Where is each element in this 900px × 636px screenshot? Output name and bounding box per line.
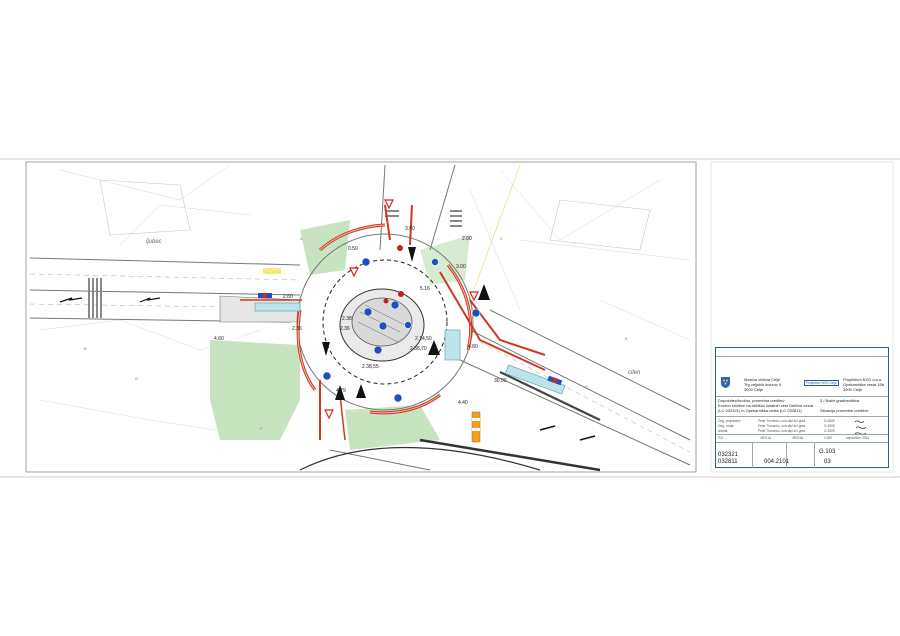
marking-label: E bbox=[625, 336, 628, 341]
dim-label: 2.38,70 bbox=[410, 346, 427, 352]
license-no: G-3505 bbox=[824, 429, 835, 433]
row-label: Odg. vodja: bbox=[718, 424, 735, 428]
scale-ref: 4R2118 bbox=[792, 436, 803, 440]
marking-label: D bbox=[585, 384, 588, 389]
title-block: Mestna občina Celje Trg celjskih knezov … bbox=[715, 347, 889, 468]
sheet-number: G.103 bbox=[819, 449, 836, 455]
marking-label: A bbox=[300, 236, 303, 241]
street-label: ljubec bbox=[146, 239, 162, 245]
marking-label: B bbox=[84, 346, 87, 351]
signature-icon bbox=[854, 420, 867, 435]
dim-label: 4.60 bbox=[214, 336, 224, 342]
designer-badge: Projektivni NVG Celje bbox=[804, 380, 839, 386]
project-number: 4R2118 bbox=[760, 436, 771, 440]
dim-label: 3.50 bbox=[405, 226, 415, 232]
person-name: Peter Trocenko, univ.dipl.inž.grad. bbox=[758, 419, 806, 423]
dim-label: 4.79 bbox=[336, 388, 346, 394]
dim-label: 4.40 bbox=[458, 400, 468, 406]
dim-label: 3.00 bbox=[456, 264, 466, 270]
dim-label: 2.60 bbox=[283, 294, 293, 300]
row-label: Odg. projektant: bbox=[718, 419, 741, 423]
drawing-sheet: 2.60 3.50 4.60 2.36 2.36 2.00 3.00 5.16 … bbox=[0, 158, 900, 478]
investor-city: 3000 Celje bbox=[744, 387, 764, 392]
dim-label: 2.14,50 bbox=[415, 336, 432, 342]
street-label: cilen bbox=[628, 370, 641, 376]
dim-label: 0.50 bbox=[348, 246, 358, 252]
designer-city: 3000 Celje bbox=[843, 387, 863, 392]
dim-label: 2.38,55 bbox=[362, 364, 379, 370]
date: september 2020 bbox=[846, 436, 870, 440]
content-label: Situacija prometne ureditve bbox=[820, 408, 869, 413]
site-plan: 2.60 3.50 4.60 2.36 2.36 2.00 3.00 5.16 … bbox=[29, 164, 691, 472]
phase: PZI bbox=[718, 436, 723, 440]
marking-label: G bbox=[135, 376, 138, 381]
dim-label: 2.38 bbox=[342, 316, 352, 322]
scale: 1:250 bbox=[824, 436, 832, 440]
road-id: 032321 bbox=[718, 452, 739, 458]
dim-label: 2.36 bbox=[292, 326, 302, 332]
license-no: G-3505 bbox=[824, 419, 835, 423]
dim-label: 2.00 bbox=[462, 236, 472, 242]
marking-label: C bbox=[500, 236, 503, 241]
revision: 03 bbox=[824, 459, 831, 465]
dim-label: 2.36 bbox=[340, 326, 350, 332]
dim-label: 4.80 bbox=[468, 344, 478, 350]
person-name: Peter Trocenko, univ.dipl.inž.grad. bbox=[758, 424, 806, 428]
row-label: Izdelal: bbox=[718, 429, 729, 433]
dim-label: 30,00 bbox=[494, 378, 507, 384]
part-label: 3 / Načrt gradbeništva bbox=[820, 398, 860, 403]
project-roads: (LC 032321) in Opekarniška cesta (LC 032… bbox=[718, 408, 802, 413]
road-id: 032811 bbox=[718, 459, 738, 465]
license-no: G-3505 bbox=[824, 424, 835, 428]
project-code: 004.2101 bbox=[764, 459, 790, 465]
person-name: Peter Trocenko, univ.dipl.inž.grad. bbox=[758, 429, 806, 433]
dim-label: 5.16 bbox=[420, 286, 430, 292]
coat-of-arms-icon bbox=[721, 377, 730, 388]
